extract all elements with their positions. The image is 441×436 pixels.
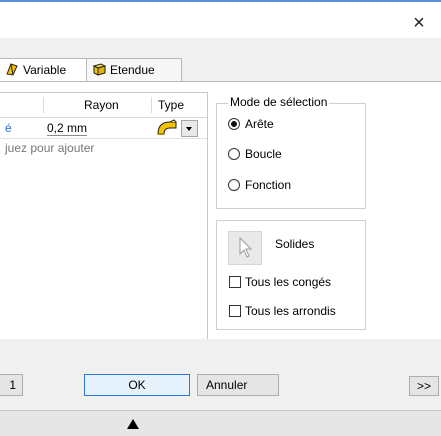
- radio-button[interactable]: [228, 148, 240, 160]
- checkbox[interactable]: [229, 276, 241, 288]
- column-separator: [151, 97, 152, 113]
- rayon-cell[interactable]: 0,2 mm: [47, 121, 88, 136]
- tab-variable[interactable]: Variable: [0, 58, 91, 81]
- title-bar-accent: [0, 0, 441, 2]
- radio-boucle[interactable]: Boucle: [228, 147, 282, 161]
- radio-label[interactable]: Boucle: [245, 147, 282, 161]
- column-header-rayon[interactable]: Rayon: [84, 98, 119, 112]
- ok-button[interactable]: OK: [84, 374, 190, 396]
- grid-header: Rayon Type: [0, 93, 207, 118]
- collapse-up-icon[interactable]: [127, 419, 139, 429]
- column-separator: [43, 97, 44, 113]
- checkbox-label[interactable]: Tous les arrondis: [245, 304, 336, 318]
- radio-label[interactable]: Fonction: [245, 178, 291, 192]
- fillet-grid: Rayon Type é 0,2 mm juez pour ajouter: [0, 92, 208, 342]
- radio-fonction[interactable]: Fonction: [228, 178, 291, 192]
- radio-arete[interactable]: Arête: [228, 117, 274, 131]
- cursor-arrow-icon: [239, 236, 253, 258]
- cancel-button[interactable]: Annuler: [197, 374, 279, 396]
- table-row[interactable]: é 0,2 mm: [0, 118, 207, 139]
- title-bar: ×: [0, 0, 441, 38]
- checkbox-tous-les-arrondis[interactable]: Tous les arrondis: [229, 304, 336, 318]
- solids-label: Solides: [275, 237, 315, 251]
- radio-button[interactable]: [228, 179, 240, 191]
- extent-icon: [92, 62, 107, 79]
- radio-label[interactable]: Arête: [245, 117, 274, 131]
- column-header-type[interactable]: Type: [158, 98, 184, 112]
- tab-etendue[interactable]: Etendue: [86, 58, 182, 81]
- close-icon[interactable]: ×: [410, 13, 428, 33]
- radio-button[interactable]: [228, 118, 240, 130]
- left-cut-button[interactable]: 1: [0, 374, 23, 396]
- collapse-strip[interactable]: [0, 411, 441, 436]
- tab-label: Etendue: [110, 63, 155, 77]
- select-solids-button[interactable]: [228, 231, 262, 265]
- selection-mode-title: Mode de sélection: [228, 95, 330, 109]
- fillet-type-icon[interactable]: [156, 119, 178, 137]
- expand-button[interactable]: >>: [409, 376, 439, 396]
- chevron-down-icon[interactable]: [181, 120, 198, 137]
- checkbox-tous-les-conges[interactable]: Tous les congés: [229, 275, 331, 289]
- variable-fillet-icon: [5, 62, 19, 79]
- checkbox[interactable]: [229, 305, 241, 317]
- checkbox-label[interactable]: Tous les congés: [245, 275, 331, 289]
- tab-label: Variable: [23, 63, 67, 77]
- add-row-hint[interactable]: juez pour ajouter: [5, 141, 94, 155]
- rayon-value[interactable]: 0,2 mm: [47, 121, 88, 136]
- selection-cell[interactable]: é: [5, 121, 12, 135]
